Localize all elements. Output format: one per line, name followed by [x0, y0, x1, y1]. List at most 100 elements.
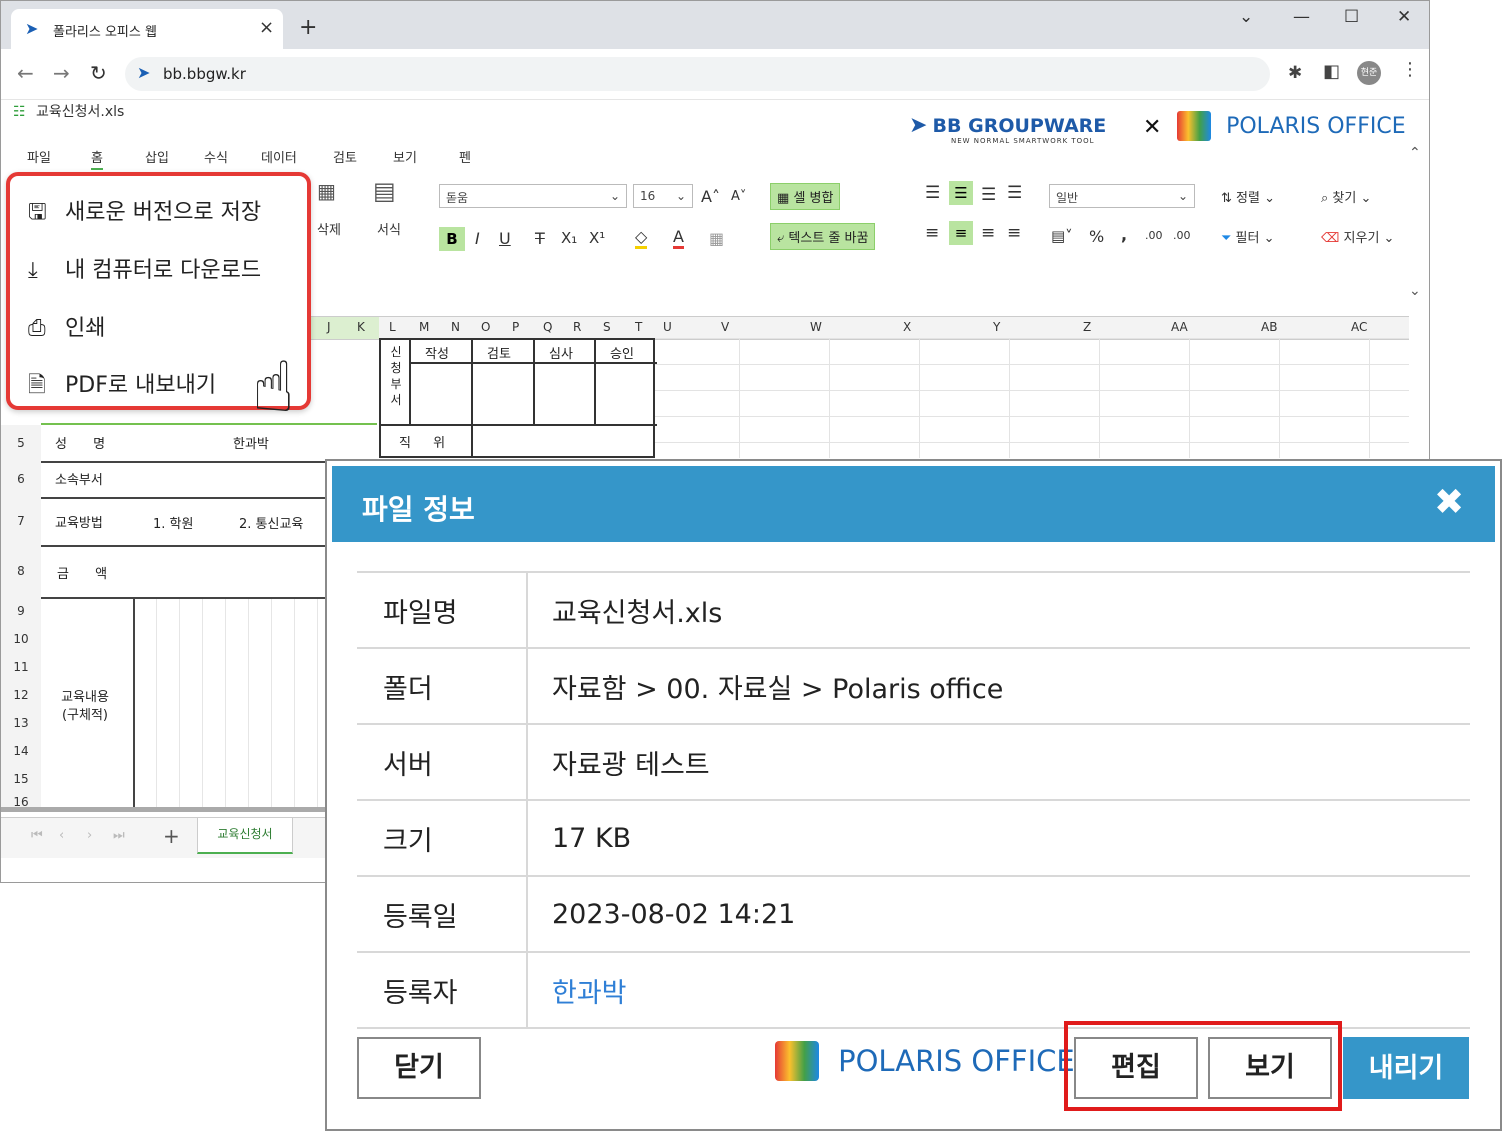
- align-center-icon[interactable]: ≡: [949, 221, 973, 245]
- name-label-cell[interactable]: 성 명: [55, 433, 105, 452]
- side-panel-icon[interactable]: ◧: [1323, 61, 1340, 82]
- profile-avatar[interactable]: 현준: [1357, 61, 1381, 85]
- col-N[interactable]: N: [451, 320, 460, 334]
- save-new-version-item[interactable]: 🖫 새로운 버전으로 저장: [28, 194, 261, 233]
- audit-cell[interactable]: 심사: [549, 343, 573, 362]
- row-11[interactable]: 11: [1, 653, 42, 681]
- position-cell[interactable]: 직 위: [399, 432, 445, 451]
- col-R[interactable]: R: [573, 320, 581, 334]
- name-value-cell[interactable]: 한과박: [233, 433, 269, 452]
- superscript-icon[interactable]: X¹: [589, 229, 605, 247]
- align-right-icon[interactable]: ≡: [981, 223, 995, 243]
- menu-review[interactable]: 검토: [333, 147, 357, 166]
- row-14[interactable]: 14: [1, 737, 42, 765]
- fill-color-icon[interactable]: ◇: [635, 227, 648, 249]
- col-S[interactable]: S: [603, 320, 611, 334]
- row-7[interactable]: 7: [1, 497, 42, 545]
- export-pdf-item[interactable]: 🗎 PDF로 내보내기: [28, 367, 216, 406]
- find-button[interactable]: ⌕ 찾기 ⌄: [1321, 187, 1371, 206]
- extensions-icon[interactable]: ✱: [1288, 63, 1302, 83]
- underline-icon[interactable]: U: [499, 229, 511, 248]
- menu-formula[interactable]: 수식: [204, 147, 228, 166]
- next-sheet-icon[interactable]: ›: [87, 828, 92, 843]
- col-M[interactable]: M: [419, 320, 429, 334]
- reload-icon[interactable]: ↻: [90, 61, 107, 85]
- align-left-icon[interactable]: ≡: [925, 223, 939, 243]
- col-AA[interactable]: AA: [1171, 320, 1188, 334]
- sheet-tab-active[interactable]: 교육신청서: [197, 818, 293, 854]
- decrease-decimal-icon[interactable]: .00: [1173, 229, 1191, 242]
- close-tab-icon[interactable]: ×: [259, 17, 274, 38]
- align-bottom-icon[interactable]: ☰: [981, 185, 996, 205]
- col-O[interactable]: O: [481, 320, 490, 334]
- collapse-ribbon-icon[interactable]: ⌃: [1409, 145, 1421, 161]
- merge-cells-button[interactable]: ▦ 셀 병합: [770, 183, 841, 210]
- horizontal-scrollbar[interactable]: [1, 807, 326, 812]
- menu-pen[interactable]: 펜: [459, 147, 471, 166]
- delete-label[interactable]: 삭제: [317, 219, 341, 238]
- distributed-icon[interactable]: ≡: [1007, 223, 1021, 243]
- col-Z[interactable]: Z: [1083, 320, 1091, 334]
- row-9[interactable]: 9: [1, 597, 42, 625]
- minimize-icon[interactable]: —: [1293, 7, 1310, 27]
- delete-cells-icon[interactable]: ▦: [317, 179, 336, 203]
- col-L[interactable]: L: [389, 320, 396, 334]
- author-link[interactable]: 한과박: [527, 951, 1470, 1029]
- currency-icon[interactable]: ▤˅: [1051, 227, 1073, 245]
- increase-font-icon[interactable]: A˄: [701, 187, 720, 206]
- font-color-icon[interactable]: A: [673, 227, 684, 249]
- italic-icon[interactable]: I: [475, 229, 480, 248]
- filter-button[interactable]: ⏷ 필터 ⌄: [1221, 227, 1275, 246]
- approve-cell[interactable]: 승인: [610, 343, 634, 362]
- col-W[interactable]: W: [810, 320, 822, 334]
- download-item[interactable]: ⤓ 내 컴퓨터로 다운로드: [28, 252, 261, 284]
- col-K[interactable]: K: [357, 320, 365, 334]
- add-sheet-icon[interactable]: +: [163, 824, 180, 848]
- menu-insert[interactable]: 삽입: [145, 147, 169, 166]
- maximize-icon[interactable]: ☐: [1344, 7, 1359, 27]
- comma-icon[interactable]: ,: [1121, 225, 1127, 244]
- col-X[interactable]: X: [903, 320, 911, 334]
- window-close-icon[interactable]: ✕: [1397, 7, 1411, 27]
- first-sheet-icon[interactable]: ⏮: [31, 828, 43, 843]
- new-tab-icon[interactable]: +: [299, 15, 317, 40]
- percent-icon[interactable]: %: [1089, 227, 1104, 246]
- applicant-dept-cell[interactable]: 신청부서: [385, 344, 407, 408]
- justify-icon[interactable]: ☰: [1007, 183, 1022, 203]
- method-label-cell[interactable]: 교육방법: [55, 512, 103, 531]
- url-field[interactable]: ➤ bb.bbgw.kr: [125, 57, 1270, 91]
- write-cell[interactable]: 작성: [425, 343, 449, 362]
- decrease-font-icon[interactable]: A˅: [731, 189, 746, 204]
- method-option-2[interactable]: 2. 통신교육: [239, 513, 303, 532]
- print-item[interactable]: ⎙ 인쇄: [28, 310, 105, 342]
- menu-view[interactable]: 보기: [393, 147, 417, 166]
- back-icon[interactable]: ←: [17, 61, 34, 85]
- close-button[interactable]: 닫기: [357, 1037, 481, 1099]
- bold-icon[interactable]: B: [439, 227, 465, 251]
- forward-icon[interactable]: →: [53, 61, 70, 85]
- menu-data[interactable]: 데이터: [261, 147, 297, 166]
- amount-label-cell[interactable]: 금 액: [57, 563, 107, 582]
- close-icon[interactable]: ✖: [1434, 482, 1464, 523]
- wrap-text-button[interactable]: ⤶ 텍스트 줄 바꿈: [770, 223, 876, 250]
- col-V[interactable]: V: [721, 320, 729, 334]
- increase-decimal-icon[interactable]: .00: [1145, 229, 1163, 242]
- prev-sheet-icon[interactable]: ‹: [59, 828, 64, 843]
- format-icon[interactable]: ▤: [373, 177, 396, 205]
- tab-search-icon[interactable]: ⌄: [1239, 7, 1253, 27]
- row-15[interactable]: 15: [1, 765, 42, 793]
- align-middle-icon[interactable]: ☰: [949, 181, 973, 205]
- row-8[interactable]: 8: [1, 545, 42, 597]
- format-label[interactable]: 서식: [377, 219, 401, 238]
- clear-button[interactable]: ⌫ 지우기 ⌄: [1321, 227, 1394, 246]
- last-sheet-icon[interactable]: ⏭: [113, 828, 125, 843]
- sort-button[interactable]: ⇅ 정렬 ⌄: [1221, 187, 1275, 206]
- font-select[interactable]: 돋움 ⌄: [439, 184, 627, 208]
- border-icon[interactable]: ▦: [709, 229, 724, 248]
- browser-tab[interactable]: ➤ 폴라리스 오피스 웹 ×: [11, 9, 283, 49]
- menu-file[interactable]: 파일: [27, 147, 51, 166]
- strikethrough-icon[interactable]: T: [535, 229, 545, 248]
- menu-home[interactable]: 홈: [91, 147, 103, 170]
- col-AB[interactable]: AB: [1261, 320, 1277, 334]
- content-label-cell[interactable]: 교육내용(구체적): [53, 689, 117, 725]
